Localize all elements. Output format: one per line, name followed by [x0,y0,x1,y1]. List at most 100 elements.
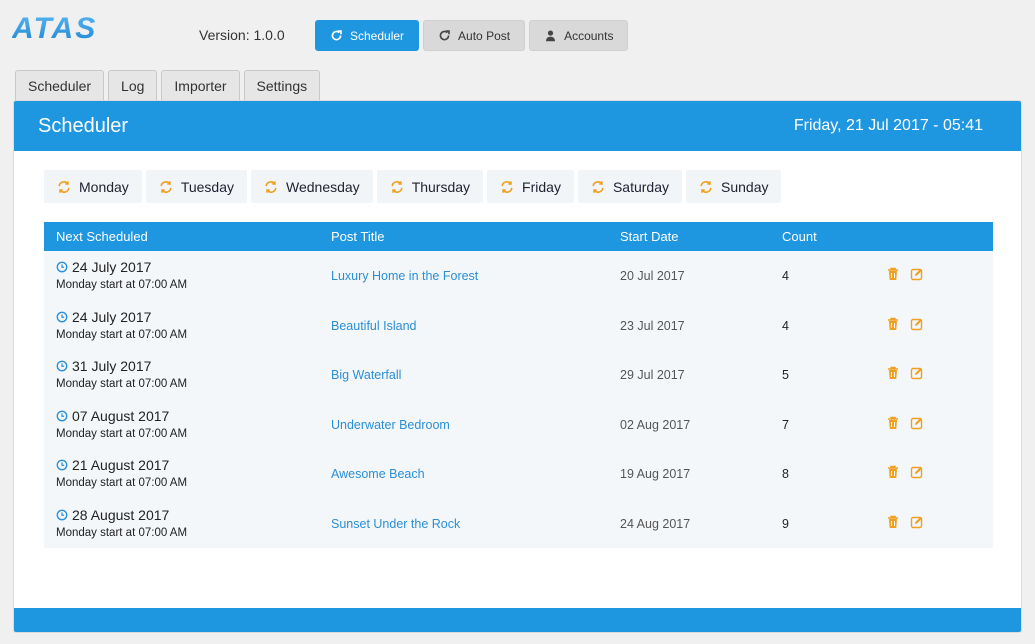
sub-tabs: Scheduler Log Importer Settings [15,70,321,101]
day-button-saturday[interactable]: Saturday [577,170,682,203]
trash-icon[interactable] [886,366,900,380]
next-scheduled-cell: 24 July 2017 Monday start at 07:00 AM [56,309,187,341]
version-label: Version: 1.0.0 [199,27,285,43]
nav-scheduler-label: Scheduler [350,28,405,43]
user-icon [546,30,556,42]
header-start-date: Start Date [620,229,679,244]
nav-autopost-button[interactable]: Auto Post [423,20,526,51]
count: 9 [782,516,789,531]
schedule-table: Next Scheduled Post Title Start Date Cou… [44,222,993,548]
tab-settings[interactable]: Settings [243,70,321,101]
day-label: Thursday [411,178,471,195]
day-button-sunday[interactable]: Sunday [686,170,782,203]
next-date: 24 July 2017 [72,259,152,275]
count: 7 [782,417,789,432]
edit-icon[interactable] [910,465,924,479]
refresh-icon [331,30,342,41]
day-button-friday[interactable]: Friday [487,170,574,203]
header-count: Count [782,229,817,244]
post-title-link[interactable]: Big Waterfall [331,368,401,382]
count: 8 [782,467,789,481]
day-button-thursday[interactable]: Thursday [376,170,484,203]
next-date: 31 July 2017 [72,358,152,374]
tab-importer[interactable]: Importer [161,70,240,101]
start-date: 23 Jul 2017 [620,318,685,333]
current-datetime: Friday, 21 Jul 2017 - 05:41 [793,117,983,134]
tab-scheduler[interactable]: Scheduler [15,70,105,101]
trash-icon[interactable] [886,416,900,430]
row-actions [886,465,924,479]
day-button-wednesday[interactable]: Wednesday [251,170,373,203]
edit-icon[interactable] [910,317,924,331]
table-body: 24 July 2017 Monday start at 07:00 AM Lu… [44,251,993,548]
next-date: 07 August 2017 [72,407,170,424]
refresh-icon [58,180,70,193]
count: 5 [782,368,789,382]
nav-scheduler-button[interactable]: Scheduler [315,20,420,51]
count: 4 [782,269,789,283]
count: 4 [782,318,789,333]
clock-icon [56,459,68,471]
edit-icon[interactable] [910,366,924,380]
trash-icon[interactable] [886,515,900,529]
next-date: 28 August 2017 [72,506,170,523]
refresh-icon [592,180,604,193]
post-title-link[interactable]: Luxury Home in the Forest [331,269,478,283]
refresh-icon [160,180,172,193]
edit-icon[interactable] [910,515,924,529]
day-label: Friday [522,178,561,195]
next-date: 24 July 2017 [72,308,152,325]
row-actions [886,267,924,281]
refresh-icon [391,180,403,193]
nav-accounts-button[interactable]: Accounts [529,20,629,51]
table-row: 31 July 2017 Monday start at 07:00 AM Bi… [44,350,993,400]
start-date: 20 Jul 2017 [620,269,685,283]
clock-icon [56,311,68,322]
nav-accounts-label: Accounts [564,28,614,43]
day-button-tuesday[interactable]: Tuesday [145,170,247,203]
start-date: 24 Aug 2017 [620,516,691,531]
next-schedule-detail: Monday start at 07:00 AM [56,328,188,341]
day-filter-bar: Monday Tuesday Wednesday Thursday Friday… [44,170,782,203]
trash-icon[interactable] [886,267,900,281]
post-title-link[interactable]: Beautiful Island [331,319,416,333]
tab-log[interactable]: Log [108,70,158,101]
start-date: 19 Aug 2017 [620,467,691,481]
top-bar: ATAS Version: 1.0.0 Scheduler Auto Post … [0,0,1035,70]
clock-icon [56,360,68,372]
next-schedule-detail: Monday start at 07:00 AM [56,526,188,539]
trash-icon[interactable] [886,317,900,331]
next-scheduled-cell: 31 July 2017 Monday start at 07:00 AM [56,358,187,390]
table-row: 24 July 2017 Monday start at 07:00 AM Lu… [44,251,993,301]
clock-icon [56,509,68,520]
header-post-title: Post Title [331,229,385,244]
row-actions [886,317,924,331]
day-label: Monday [79,178,129,195]
header-next-scheduled: Next Scheduled [56,229,148,244]
day-button-monday[interactable]: Monday [44,170,142,203]
scheduler-panel: Scheduler Friday, 21 Jul 2017 - 05:41 Mo… [13,100,1022,633]
next-scheduled-cell: 28 August 2017 Monday start at 07:00 AM [56,507,187,539]
day-label: Tuesday [180,178,234,195]
table-row: 28 August 2017 Monday start at 07:00 AM … [44,499,993,549]
next-schedule-detail: Monday start at 07:00 AM [56,477,188,489]
svg-text:ATAS: ATAS [12,14,97,42]
clock-icon [56,261,68,273]
day-label: Sunday [721,178,769,195]
row-actions [886,366,924,380]
day-label: Saturday [612,178,669,195]
trash-icon[interactable] [886,465,900,479]
post-title-link[interactable]: Sunset Under the Rock [331,517,460,531]
top-navigation: Scheduler Auto Post Accounts [315,20,629,51]
edit-icon[interactable] [910,267,924,281]
refresh-icon [439,30,450,41]
table-header: Next Scheduled Post Title Start Date Cou… [44,222,993,251]
post-title-link[interactable]: Underwater Bedroom [331,418,450,432]
post-title-link[interactable]: Awesome Beach [331,467,425,481]
row-actions [886,416,924,430]
next-scheduled-cell: 24 July 2017 Monday start at 07:00 AM [56,259,187,291]
refresh-icon [700,180,712,193]
start-date: 02 Aug 2017 [620,417,691,432]
edit-icon[interactable] [910,416,924,430]
page-title: Scheduler [38,115,129,137]
